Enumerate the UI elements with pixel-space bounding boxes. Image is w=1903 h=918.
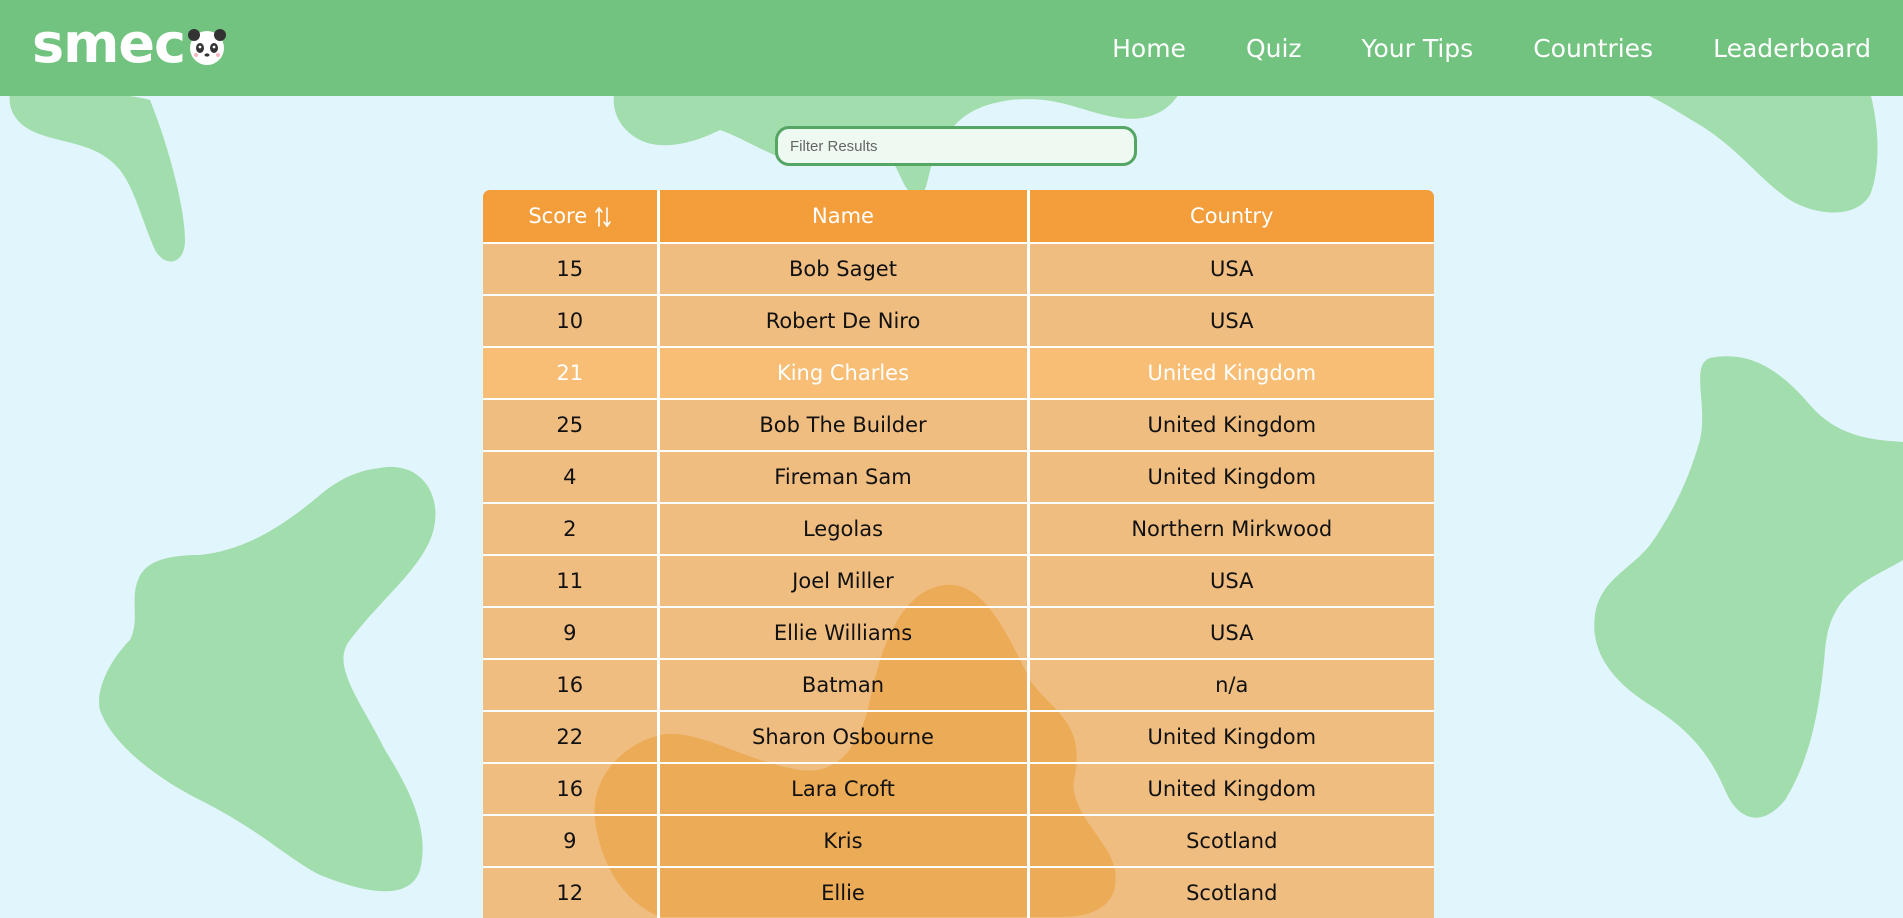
country-cell: United Kingdom <box>1026 346 1434 399</box>
header: smec Home Quiz Your Tips Countries Leade… <box>0 0 1903 96</box>
score-cell: 12 <box>483 866 660 918</box>
column-header-score-label: Score <box>528 204 588 228</box>
country-cell: USA <box>1026 294 1434 347</box>
country-cell: United Kingdom <box>1026 398 1434 451</box>
name-cell: Bob Saget <box>656 242 1030 295</box>
table-row: 16 Lara Croft United Kingdom <box>483 762 1434 815</box>
table-row: 25 Bob The Builder United Kingdom <box>483 398 1434 451</box>
name-cell: Sharon Osbourne <box>656 710 1030 763</box>
name-cell: Ellie <box>656 866 1030 918</box>
score-cell: 11 <box>483 554 660 607</box>
name-cell: Legolas <box>656 502 1030 555</box>
column-header-country: Country <box>1026 190 1434 243</box>
name-cell: Robert De Niro <box>656 294 1030 347</box>
country-cell: Scotland <box>1026 866 1434 918</box>
score-cell: 4 <box>483 450 660 503</box>
name-cell: King Charles <box>656 346 1030 399</box>
filter-results-input[interactable] <box>775 126 1137 166</box>
country-cell: United Kingdom <box>1026 762 1434 815</box>
table-row: 15 Bob Saget USA <box>483 242 1434 295</box>
nav-your-tips[interactable]: Your Tips <box>1362 34 1474 63</box>
sort-icon[interactable] <box>595 206 611 228</box>
score-cell: 21 <box>483 346 660 399</box>
table-row: 21 King Charles United Kingdom <box>483 346 1434 399</box>
panda-icon <box>188 29 227 65</box>
name-cell: Fireman Sam <box>656 450 1030 503</box>
table-row: 9 Kris Scotland <box>483 814 1434 867</box>
name-cell: Joel Miller <box>656 554 1030 607</box>
score-cell: 2 <box>483 502 660 555</box>
country-cell: USA <box>1026 554 1434 607</box>
score-cell: 16 <box>483 762 660 815</box>
country-cell: United Kingdom <box>1026 450 1434 503</box>
score-cell: 15 <box>483 242 660 295</box>
score-cell: 9 <box>483 606 660 659</box>
name-cell: Bob The Builder <box>656 398 1030 451</box>
score-cell: 22 <box>483 710 660 763</box>
score-cell: 25 <box>483 398 660 451</box>
nav-quiz[interactable]: Quiz <box>1246 34 1302 63</box>
column-header-score[interactable]: Score <box>483 190 660 243</box>
score-cell: 9 <box>483 814 660 867</box>
name-cell: Kris <box>656 814 1030 867</box>
table-row: 4 Fireman Sam United Kingdom <box>483 450 1434 503</box>
country-cell: USA <box>1026 242 1434 295</box>
leaderboard-table: Score Name Country 15 Bob Saget USA 10 Rober… <box>483 190 1434 918</box>
country-cell: Northern Mirkwood <box>1026 502 1434 555</box>
country-cell: n/a <box>1026 658 1434 711</box>
table-row: 11 Joel Miller USA <box>483 554 1434 607</box>
nav-home[interactable]: Home <box>1112 34 1186 63</box>
nav-countries[interactable]: Countries <box>1533 34 1653 63</box>
leaderboard-table-wrap: Score Name Country 15 Bob Saget USA 10 Rober… <box>483 190 1434 918</box>
score-cell: 10 <box>483 294 660 347</box>
score-cell: 16 <box>483 658 660 711</box>
logo[interactable]: smec <box>32 14 227 74</box>
table-row: 16 Batman n/a <box>483 658 1434 711</box>
name-cell: Lara Croft <box>656 762 1030 815</box>
table-header-row: Score Name Country <box>483 190 1434 243</box>
main-nav: Home Quiz Your Tips Countries Leaderboar… <box>1052 0 1871 96</box>
name-cell: Batman <box>656 658 1030 711</box>
column-header-name: Name <box>656 190 1030 243</box>
country-cell: United Kingdom <box>1026 710 1434 763</box>
table-row: 10 Robert De Niro USA <box>483 294 1434 347</box>
country-cell: Scotland <box>1026 814 1434 867</box>
table-row: 22 Sharon Osbourne United Kingdom <box>483 710 1434 763</box>
logo-text: smec <box>32 12 186 75</box>
table-row: 9 Ellie Williams USA <box>483 606 1434 659</box>
table-row: 12 Ellie Scotland <box>483 866 1434 918</box>
name-cell: Ellie Williams <box>656 606 1030 659</box>
table-row: 2 Legolas Northern Mirkwood <box>483 502 1434 555</box>
nav-leaderboard[interactable]: Leaderboard <box>1713 34 1871 63</box>
country-cell: USA <box>1026 606 1434 659</box>
